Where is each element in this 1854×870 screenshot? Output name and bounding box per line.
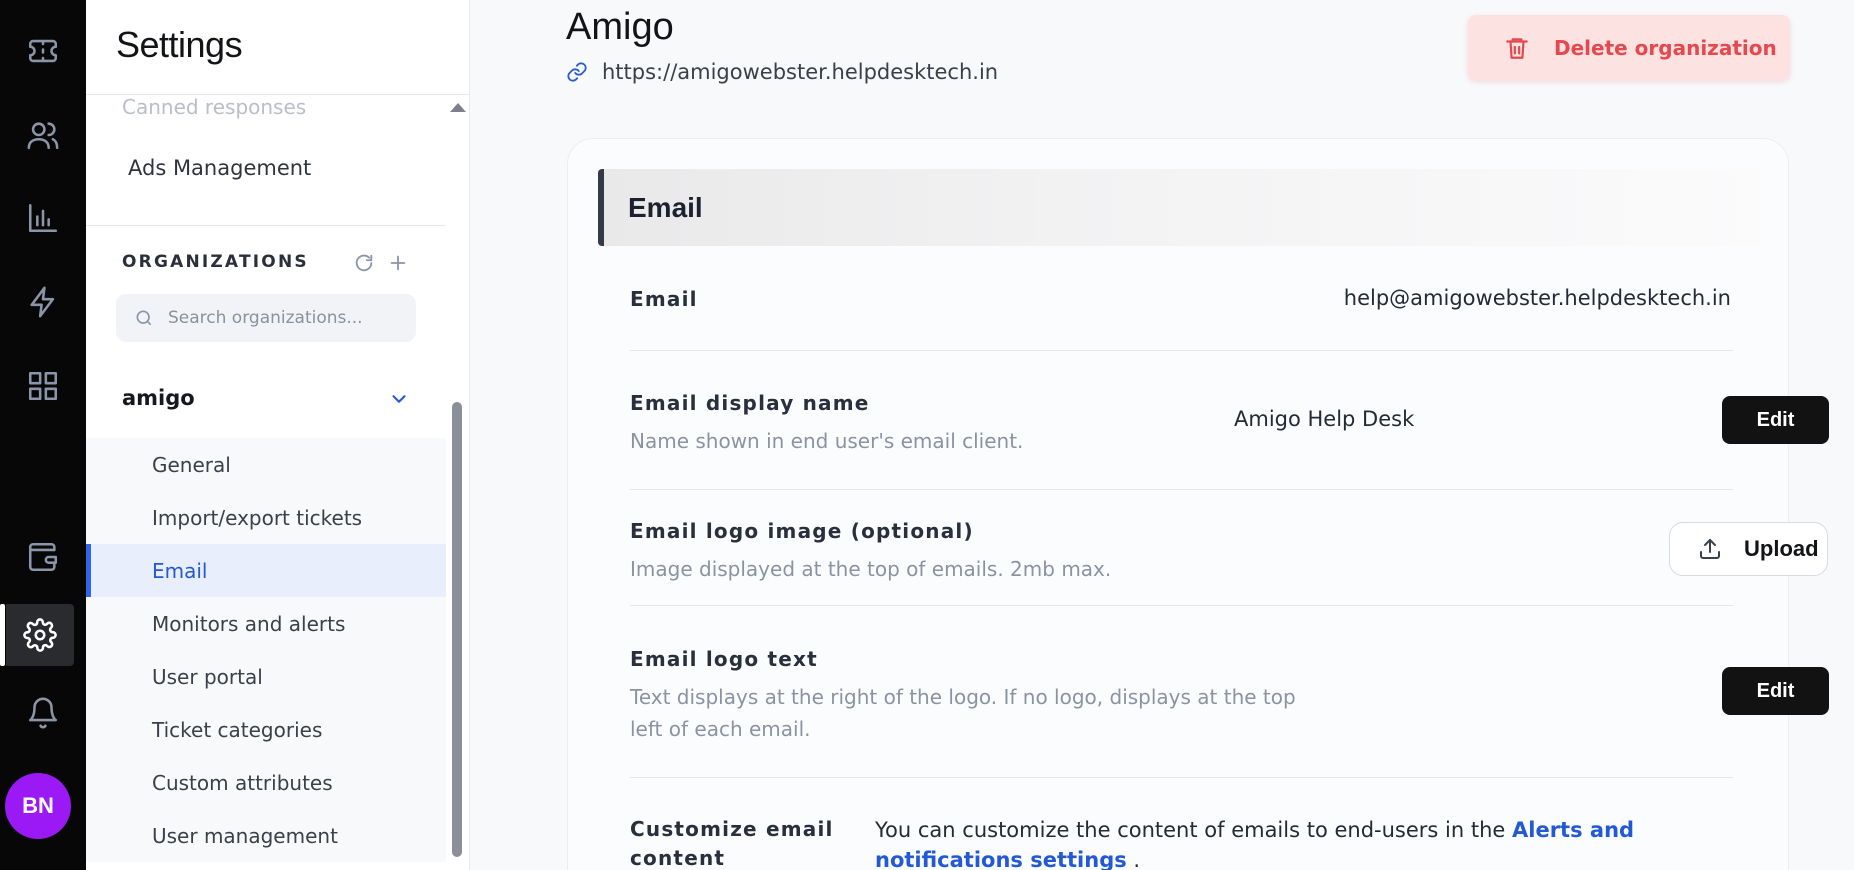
section-header: Email xyxy=(598,169,1760,246)
org-item-user-management[interactable]: User management xyxy=(86,809,446,862)
display-name-value: Amigo Help Desk xyxy=(1234,407,1415,431)
lightning-icon xyxy=(30,286,55,318)
settings-sidebar: Settings Canned responses Ads Management… xyxy=(86,0,470,870)
org-item-import-export-tickets[interactable]: Import/export tickets xyxy=(86,491,446,544)
rail-notifications-button[interactable] xyxy=(0,682,86,744)
add-organization-button[interactable] xyxy=(385,250,411,276)
org-item-custom-attributes[interactable]: Custom attributes xyxy=(86,756,446,809)
avatar[interactable]: BN xyxy=(5,773,71,839)
users-icon xyxy=(27,122,59,150)
apps-grid-icon xyxy=(28,371,58,401)
organization-search xyxy=(116,294,416,342)
main-content: Amigo https://amigowebster.helpdesktech.… xyxy=(470,0,1854,870)
icon-rail: BN xyxy=(0,0,86,870)
refresh-icon xyxy=(355,254,373,272)
refresh-organizations-button[interactable] xyxy=(351,250,377,276)
upload-logo-button[interactable]: Upload xyxy=(1669,522,1828,576)
divider xyxy=(630,489,1733,490)
search-input[interactable] xyxy=(168,308,398,328)
sidebar-item-ads-management[interactable]: Ads Management xyxy=(128,156,311,180)
page-title: Amigo xyxy=(566,6,674,48)
organizations-heading: ORGANIZATIONS xyxy=(122,252,309,272)
delete-organization-label: Delete organization xyxy=(1554,35,1777,60)
org-item-general[interactable]: General xyxy=(86,438,446,491)
logo-text-label: Email logo text xyxy=(630,647,818,671)
edit-logo-text-button[interactable]: Edit xyxy=(1722,667,1829,715)
rail-tickets-button[interactable] xyxy=(0,20,86,82)
organization-url[interactable]: https://amigowebster.helpdesktech.in xyxy=(566,60,998,84)
delete-organization-button[interactable]: Delete organization xyxy=(1468,15,1790,80)
rail-apps-button[interactable] xyxy=(0,355,86,417)
organization-name[interactable]: amigo xyxy=(122,386,195,410)
gear-icon xyxy=(23,618,57,652)
divider xyxy=(86,225,446,226)
divider xyxy=(630,605,1733,606)
rail-automation-button[interactable] xyxy=(0,271,86,333)
email-value: help@amigowebster.helpdesktech.in xyxy=(1343,286,1731,310)
scroll-up-arrow[interactable] xyxy=(450,103,466,112)
ticket-icon xyxy=(28,39,58,63)
customize-email-label: Customize email content xyxy=(630,817,834,870)
rail-users-button[interactable] xyxy=(0,104,86,166)
organization-url-text: https://amigowebster.helpdesktech.in xyxy=(602,60,999,84)
link-icon xyxy=(567,62,587,82)
chevron-down-icon xyxy=(392,395,406,403)
customize-email-text: You can customize the content of emails … xyxy=(875,815,1745,870)
chart-icon xyxy=(28,203,58,233)
org-item-user-portal[interactable]: User portal xyxy=(86,650,446,703)
plus-icon xyxy=(390,255,406,271)
edit-display-name-button[interactable]: Edit xyxy=(1722,396,1829,444)
section-title: Email xyxy=(628,191,703,223)
rail-billing-button[interactable] xyxy=(0,526,86,588)
org-item-ticket-categories[interactable]: Ticket categories xyxy=(86,703,446,756)
rail-settings-button[interactable] xyxy=(0,604,74,666)
upload-label: Upload xyxy=(1744,536,1819,561)
wallet-icon xyxy=(28,542,58,572)
logo-image-label: Email logo image (optional) xyxy=(630,519,974,543)
rail-reports-button[interactable] xyxy=(0,187,86,249)
organization-menu: General Import/export tickets Email Moni… xyxy=(86,438,446,862)
customize-email-description: You can customize the content of emails … xyxy=(875,818,1512,842)
email-settings-card: Email Email help@amigowebster.helpdeskte… xyxy=(567,138,1829,870)
org-item-monitors-and-alerts[interactable]: Monitors and alerts xyxy=(86,597,446,650)
org-expand-toggle[interactable] xyxy=(388,388,410,410)
display-name-row: Email display name Name shown in end use… xyxy=(630,391,1733,457)
divider xyxy=(630,350,1733,351)
display-name-description: Name shown in end user's email client. xyxy=(630,429,1024,453)
logo-text-row: Email logo text Text displays at the rig… xyxy=(630,647,1310,745)
sidebar-scrollbar[interactable] xyxy=(452,402,462,857)
display-name-label: Email display name xyxy=(630,391,870,415)
divider xyxy=(630,777,1733,778)
sidebar-item-canned-responses[interactable]: Canned responses xyxy=(122,95,306,119)
upload-icon xyxy=(1700,539,1720,559)
logo-image-row: Email logo image (optional) Image displa… xyxy=(630,519,1733,585)
trash-icon xyxy=(1506,37,1528,59)
org-item-email[interactable]: Email xyxy=(86,544,446,597)
logo-text-description: Text displays at the right of the logo. … xyxy=(630,685,1296,741)
bell-icon xyxy=(28,697,58,729)
logo-image-description: Image displayed at the top of emails. 2m… xyxy=(630,557,1112,581)
sidebar-title: Settings xyxy=(116,24,243,65)
search-icon xyxy=(136,310,152,326)
customize-email-suffix: . xyxy=(1126,848,1141,870)
